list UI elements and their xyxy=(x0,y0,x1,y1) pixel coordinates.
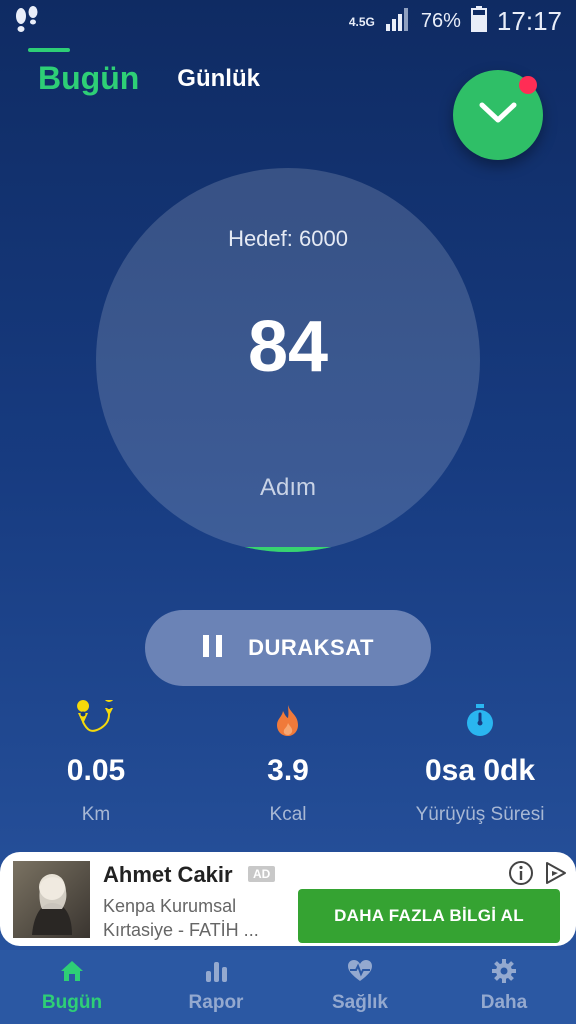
chevron-down-icon xyxy=(478,100,518,131)
ad-badge: AD xyxy=(248,866,276,882)
ad-thumbnail xyxy=(13,861,90,938)
pause-button[interactable]: DURAKSAT xyxy=(145,610,431,686)
distance-label: Km xyxy=(81,804,111,825)
heart-pulse-icon xyxy=(288,958,432,984)
ad-title: Ahmet Cakir xyxy=(103,862,233,887)
goal-text: Hedef: 6000 xyxy=(228,226,348,251)
tab-daily[interactable]: Günlük xyxy=(177,65,260,93)
nav-item-today[interactable]: Bugün xyxy=(0,958,144,1014)
gear-icon xyxy=(432,958,576,984)
calories-stat: 3.9 Kcal xyxy=(192,700,384,826)
flame-icon xyxy=(192,700,384,740)
step-count: 84 xyxy=(247,307,329,387)
step-progress-circle: Hedef: 6000 84 Adım xyxy=(96,168,480,552)
active-tab-indicator xyxy=(28,48,70,52)
calories-value: 3.9 xyxy=(267,754,309,787)
adchoices-icon[interactable] xyxy=(543,860,569,891)
stopwatch-icon xyxy=(384,700,576,740)
pause-label: DURAKSAT xyxy=(248,635,374,660)
nav-label-health: Sağlık xyxy=(332,992,388,1013)
step-unit: Adım xyxy=(259,474,316,501)
footsteps-icon xyxy=(14,6,40,39)
battery-icon xyxy=(470,6,487,37)
network-type: 4.5G xyxy=(348,14,375,29)
ad-banner[interactable]: Ahmet Cakir AD Kenpa Kurumsal Kırtasiye … xyxy=(0,852,576,946)
nav-item-health[interactable]: Sağlık xyxy=(288,958,432,1014)
stats-row: 0.05 Km 3.9 Kcal 0sa 0dk Yürüyüş Süresi xyxy=(0,700,576,840)
nav-item-more[interactable]: Daha xyxy=(432,958,576,1014)
bottom-nav: Bugün Rapor Sağlık Daha xyxy=(0,950,576,1024)
nav-label-more: Daha xyxy=(480,992,528,1013)
calories-label: Kcal xyxy=(269,804,307,825)
expand-button[interactable] xyxy=(453,70,543,160)
battery-percent: 76% xyxy=(420,10,461,32)
duration-stat: 0sa 0dk Yürüyüş Süresi xyxy=(384,700,576,826)
ad-description-line1: Kenpa Kurumsal xyxy=(103,896,237,916)
pause-icon xyxy=(202,634,224,663)
tab-today[interactable]: Bugün xyxy=(38,60,139,97)
ad-cta-button[interactable]: DAHA FAZLA BİLGİ AL xyxy=(298,889,560,943)
signal-icon xyxy=(385,6,411,37)
info-icon[interactable] xyxy=(508,860,534,891)
notification-dot xyxy=(519,76,537,94)
bar-chart-icon xyxy=(144,958,288,984)
tab-bar: Bugün Günlük xyxy=(38,60,260,97)
ad-description-line2: Kırtasiye - FATİH ... xyxy=(103,920,259,940)
duration-value: 0sa 0dk xyxy=(424,754,536,787)
progress-fill xyxy=(96,546,480,552)
nav-label-report: Rapor xyxy=(188,992,244,1013)
nav-label-today: Bugün xyxy=(41,992,103,1013)
distance-value: 0.05 xyxy=(66,754,126,787)
route-pin-icon xyxy=(0,700,192,740)
nav-item-report[interactable]: Rapor xyxy=(144,958,288,1014)
home-icon xyxy=(0,958,144,984)
status-bar: 4.5G 76% 17:17 xyxy=(0,0,576,40)
clock: 17:17 xyxy=(496,6,562,36)
duration-label: Yürüyüş Süresi xyxy=(415,804,545,825)
distance-stat: 0.05 Km xyxy=(0,700,192,826)
